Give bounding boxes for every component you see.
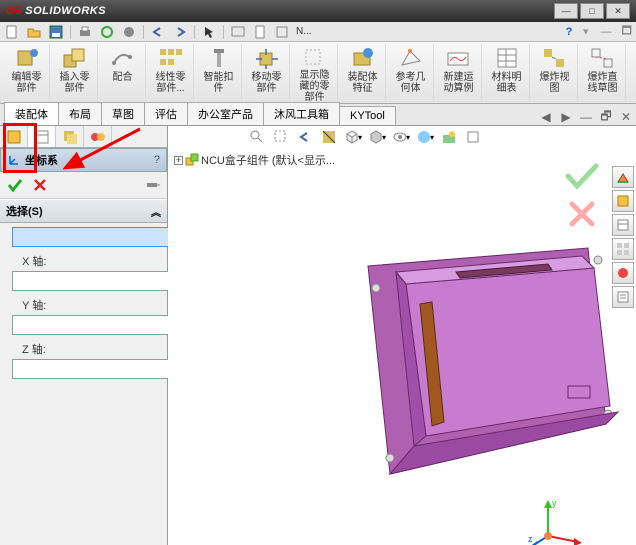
x-axis-label: X 轴: [22,253,159,269]
origin-triad-icon: y x z [528,496,588,545]
prev-view-icon[interactable] [296,128,314,146]
z-axis-input[interactable] [12,359,191,379]
taskpane-file-explorer-icon[interactable] [612,214,634,236]
maximize-button[interactable]: □ [580,3,604,19]
svg-text:z: z [528,534,533,544]
zoom-area-icon[interactable] [272,128,290,146]
tree-root-label: NCU盒子组件 (默认<显示... [201,152,335,168]
taskpane-design-lib-icon[interactable] [612,190,634,212]
save-icon[interactable] [48,24,64,40]
show-hidden-button[interactable]: 显示隐藏的零部件 [292,44,338,101]
zoom-fit-icon[interactable] [248,128,266,146]
new-dropdown-label[interactable]: N... [296,26,312,37]
tab-sketch[interactable]: 草图 [101,102,145,125]
bom-button[interactable]: 材料明细表 [484,44,530,101]
section-view-icon[interactable] [320,128,338,146]
collapse-icon[interactable]: ︽ [151,204,161,219]
tab-assembly[interactable]: 装配体 [4,102,59,125]
svg-text:y: y [552,498,557,508]
hide-show-icon[interactable]: ▾ [392,128,410,146]
logo-ds-icon: DS [6,5,21,17]
tab-layout[interactable]: 布局 [58,102,102,125]
property-mgr-title: 坐标系 [25,152,58,168]
help-link[interactable]: ? [154,154,160,166]
tab-close-icon[interactable]: ✕ [618,109,634,125]
rebuild-icon[interactable] [99,24,115,40]
undo-icon[interactable] [150,24,166,40]
y-axis-input[interactable] [12,315,191,335]
screen-icon[interactable] [230,24,246,40]
explode-view-button[interactable]: 爆炸视图 [532,44,578,101]
tab-office[interactable]: 办公室产品 [187,102,264,125]
cancel-button[interactable] [32,177,48,193]
title-bar: DS SOLIDWORKS — □ ✕ [0,0,636,22]
quick-access-toolbar: N... ? ▾ — 🗖 [0,22,636,42]
assembly-icon [185,153,199,167]
feature-manager-tabs [0,126,167,148]
close-button[interactable]: ✕ [606,3,630,19]
x-axis-input[interactable] [12,271,191,291]
options-icon[interactable] [121,24,137,40]
ok-button[interactable] [6,176,24,194]
flyout-tree-root[interactable]: + NCU盒子组件 (默认<显示... [174,152,335,168]
box-icon[interactable] [274,24,290,40]
linear-pattern-button[interactable]: 线性零部件... [148,44,194,101]
model-render [358,236,636,496]
view-settings-icon[interactable] [464,128,482,146]
confirm-ok-icon[interactable] [564,162,600,190]
view-heads-up-toolbar: ▾ ▾ ▾ ▾ [248,128,482,146]
tab-min-icon[interactable]: — [578,109,594,125]
redo-icon[interactable] [172,24,188,40]
display-style-icon[interactable]: ▾ [368,128,386,146]
coord-sys-icon [7,153,21,167]
command-tab-bar: 装配体 布局 草图 评估 办公室产品 沐风工具箱 KYTool ◀ ▶ — 🗗 … [0,104,636,126]
mate-button[interactable]: 配合 [100,44,146,101]
minimize-button[interactable]: — [554,3,578,19]
motion-study-button[interactable]: 新建运动算例 [436,44,482,101]
tab-prev-icon[interactable]: ◀ [538,109,554,125]
edit-component-button[interactable]: 编辑零部件 [4,44,50,101]
graphics-viewport[interactable]: ▾ ▾ ▾ ▾ + NCU盒子组件 (默认<显示... [168,126,636,545]
open-icon[interactable] [26,24,42,40]
tab-kytool[interactable]: KYTool [339,106,396,125]
doc-icon[interactable] [252,24,268,40]
z-axis-label: Z 轴: [22,341,159,357]
insert-component-button[interactable]: 插入零部件 [52,44,98,101]
selection-panel-title: 选择(S) [6,203,43,219]
assembly-feature-button[interactable]: 装配体特征 [340,44,386,101]
app-title: SOLIDWORKS [25,5,106,17]
fm-tab-dimxpert[interactable] [84,126,112,147]
expand-icon[interactable]: + [174,156,183,165]
confirm-bar [0,172,167,199]
smart-fastener-button[interactable]: 智能扣件 [196,44,242,101]
view-orient-icon[interactable]: ▾ [344,128,362,146]
y-axis-label: Y 轴: [22,297,159,313]
selection-panel-header[interactable]: 选择(S) ︽ [0,199,167,223]
selection-panel-body: X 轴: Y 轴: Z 轴: [0,223,167,383]
fm-tab-property-mgr[interactable] [28,126,56,147]
fm-tab-feature-tree[interactable] [0,126,28,147]
select-icon[interactable] [201,24,217,40]
move-component-button[interactable]: 移动零部件 [244,44,290,101]
tab-restore-icon[interactable]: 🗗 [598,109,614,125]
scene-icon[interactable]: ▾ [416,128,434,146]
property-mgr-header: 坐标系 ? [0,148,167,172]
tab-evaluate[interactable]: 评估 [144,102,188,125]
workspace: 坐标系 ? 选择(S) ︽ [0,126,636,545]
apply-scene-icon[interactable] [440,128,458,146]
ref-geometry-button[interactable]: 参考几何体 [388,44,434,101]
ribbon-toolbar: 编辑零部件 插入零部件 配合 线性零部件... 智能扣件 移动零部件 显示隐藏的… [0,42,636,104]
print-icon[interactable] [77,24,93,40]
origin-input[interactable] [12,227,191,247]
fm-tab-config-mgr[interactable] [56,126,84,147]
taskpane-resources-icon[interactable] [612,166,634,188]
confirm-cancel-icon[interactable] [568,200,596,228]
pushpin-icon[interactable] [145,178,161,192]
new-doc-icon[interactable] [4,24,20,40]
tab-next-icon[interactable]: ▶ [558,109,574,125]
explode-line-button[interactable]: 爆炸直线草图 [580,44,626,101]
tab-mufeng[interactable]: 沐风工具箱 [263,102,340,125]
feature-manager-panel: 坐标系 ? 选择(S) ︽ [0,126,168,545]
help-icon[interactable]: ? [561,24,577,40]
